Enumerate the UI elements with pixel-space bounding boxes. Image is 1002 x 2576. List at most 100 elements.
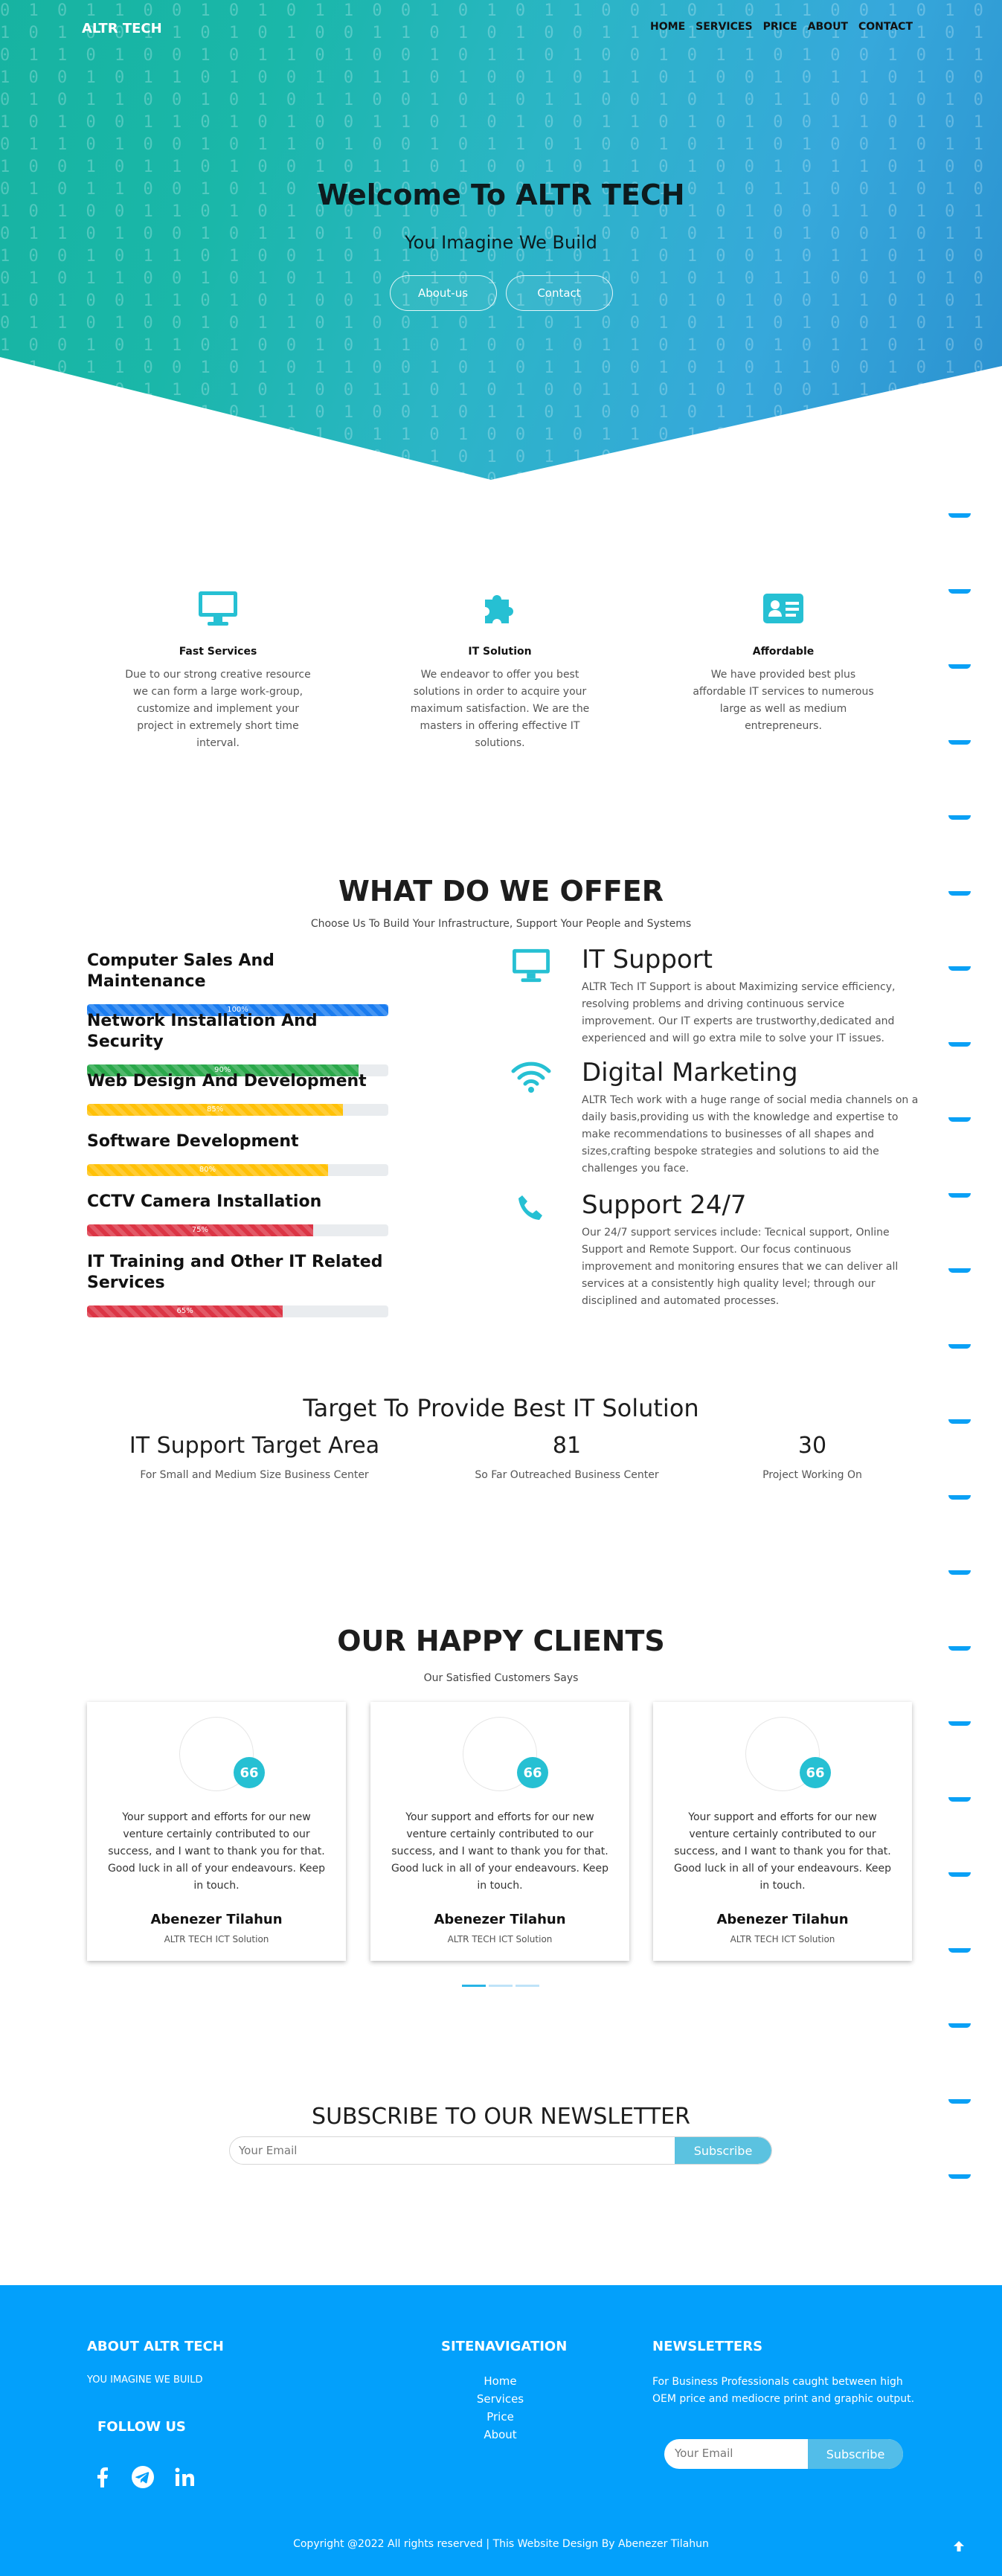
- side-dash: [948, 1872, 971, 1877]
- skill-item: CCTV Camera Installation 75%: [87, 1192, 392, 1236]
- skill-name: IT Training and Other IT Related Service…: [87, 1253, 383, 1292]
- side-dash: [948, 966, 971, 971]
- newsletter-form: Your Email Subscribe: [229, 2136, 772, 2165]
- phone-icon: [510, 1193, 552, 1235]
- feature-title: Affordable: [752, 646, 815, 658]
- footer-newsletter-form: Your Email Subscribe: [664, 2439, 903, 2469]
- testimonial-role: ALTR TECH ICT Solution: [730, 1934, 835, 1944]
- skill-progress-fill: 65%: [87, 1305, 283, 1317]
- side-dash: [948, 1570, 971, 1575]
- copyright-text: Copyright @2022 All rights reserved | Th…: [293, 2538, 709, 2550]
- footer-subscribe-button[interactable]: Subscribe: [808, 2439, 903, 2469]
- service-title: Support 24/7: [582, 1190, 747, 1220]
- feature-title: Fast Services: [179, 646, 257, 658]
- offer-title: WHAT DO WE OFFER: [338, 875, 664, 908]
- nav-home[interactable]: HOME: [650, 21, 685, 33]
- stat-item: IT Support Target Area For Small and Med…: [104, 1433, 405, 1481]
- linkedin-icon[interactable]: [171, 2464, 198, 2490]
- side-dash: [948, 1268, 971, 1273]
- arrow-up-icon[interactable]: [952, 2540, 966, 2553]
- feature-text: Due to our strong creative resource we c…: [125, 669, 311, 749]
- side-dash: [948, 1344, 971, 1349]
- side-dash: [948, 1948, 971, 1953]
- service-title: Digital Marketing: [582, 1058, 798, 1088]
- testimonial-text: Your support and efforts for our new ven…: [391, 1811, 609, 1892]
- testimonial-card: 66 Your support and efforts for our new …: [653, 1702, 912, 1961]
- contact-button[interactable]: Contact: [505, 275, 613, 311]
- side-dash: [948, 664, 971, 669]
- feature-text: We have provided best plus affordable IT…: [693, 669, 874, 732]
- id-card-icon: [675, 588, 891, 629]
- side-dash: [948, 1721, 971, 1726]
- side-dash: [948, 1495, 971, 1500]
- feature-it-solution: IT Solution We endeavor to offer you bes…: [392, 588, 608, 752]
- offer-subtitle: Choose Us To Build Your Infrastructure, …: [310, 918, 692, 930]
- stat-item: 81 So Far Outreached Business Center: [417, 1433, 717, 1481]
- nav-contact[interactable]: CONTACT: [858, 21, 913, 33]
- footer-follow-title: FOLLOW US: [97, 2419, 186, 2435]
- brand-logo[interactable]: ALTR TECH: [82, 21, 162, 36]
- skill-name: Network Installation And Security: [87, 1012, 318, 1051]
- footer-link-about[interactable]: About: [402, 2426, 599, 2444]
- wifi-icon: [510, 1061, 552, 1102]
- stat-value: 81: [552, 1433, 582, 1459]
- newsletter-email-input[interactable]: Your Email: [230, 2137, 675, 2164]
- nav-services[interactable]: SERVICES: [696, 21, 752, 33]
- testimonial-text: Your support and efforts for our new ven…: [107, 1811, 326, 1892]
- footer-link-price[interactable]: Price: [402, 2408, 599, 2426]
- skill-progress-bar: 85%: [87, 1104, 388, 1116]
- footer-link-home[interactable]: Home: [402, 2372, 599, 2390]
- facebook-icon[interactable]: [89, 2464, 116, 2490]
- stat-item: 30 Project Working On: [708, 1433, 916, 1481]
- clients-subtitle: Our Satisfied Customers Says: [423, 1672, 579, 1684]
- stat-label: For Small and Medium Size Business Cente…: [140, 1469, 369, 1481]
- skill-progress-fill: 85%: [87, 1104, 344, 1116]
- carousel-dot[interactable]: [489, 1985, 513, 1987]
- footer-sitenav-title: SITENAVIGATION: [441, 2339, 568, 2354]
- side-dash: [948, 1117, 971, 1122]
- main-nav: HOME SERVICES PRICE ABOUT CONTACT: [650, 21, 913, 33]
- footer-newsletter-title: NEWSLETTERS: [652, 2339, 763, 2354]
- carousel-dot[interactable]: [516, 1985, 539, 1987]
- skill-progress-bar: 80%: [87, 1164, 388, 1176]
- skill-progress-bar: 75%: [87, 1224, 388, 1236]
- service-support-247: Support 24/7 Our 24/7 support services i…: [506, 1190, 922, 1317]
- service-it-support: IT Support ALTR Tech IT Support is about…: [506, 945, 922, 1056]
- quote-icon: 66: [800, 1757, 831, 1788]
- stat-value: 30: [797, 1433, 827, 1459]
- stat-label: Project Working On: [762, 1469, 862, 1481]
- quote-icon: 66: [517, 1757, 548, 1788]
- skill-item: Web Design And Development 85%: [87, 1071, 392, 1116]
- carousel-indicators: [462, 1985, 539, 1987]
- side-dash: [948, 815, 971, 820]
- footer-newsletter-text: For Business Professionals caught betwee…: [652, 2376, 915, 2405]
- testimonial-card: 66 Your support and efforts for our new …: [87, 1702, 346, 1961]
- hero-section: 0 1 0 1 1 0 0 1 0 1 0 1 1 0 0 1 0 1 0 1 …: [0, 0, 1002, 484]
- newsletter-subscribe-button[interactable]: Subscribe: [675, 2137, 771, 2164]
- feature-affordable: Affordable We have provided best plus af…: [675, 588, 891, 735]
- carousel-dot[interactable]: [462, 1985, 486, 1987]
- about-us-button[interactable]: About-us: [389, 275, 497, 311]
- footer-link-services[interactable]: Services: [402, 2390, 599, 2408]
- feature-fast-services: Fast Services Due to our strong creative…: [110, 588, 326, 752]
- skill-item: IT Training and Other IT Related Service…: [87, 1252, 392, 1317]
- side-dash: [948, 1193, 971, 1198]
- skill-item: Software Development 80%: [87, 1131, 392, 1176]
- skill-progress-bar: 65%: [87, 1305, 388, 1317]
- nav-price[interactable]: PRICE: [763, 21, 797, 33]
- feature-title: IT Solution: [468, 646, 532, 658]
- telegram-icon[interactable]: [129, 2464, 156, 2490]
- skill-item: Network Installation And Security 90%: [87, 1011, 392, 1076]
- skill-name: Software Development: [87, 1132, 299, 1151]
- skill-name: Computer Sales And Maintenance: [87, 951, 274, 991]
- target-title: Target To Provide Best IT Solution: [303, 1394, 699, 1422]
- footer-email-input[interactable]: Your Email: [664, 2439, 808, 2469]
- skill-name: CCTV Camera Installation: [87, 1192, 322, 1211]
- nav-about[interactable]: ABOUT: [808, 21, 848, 33]
- hero-subtitle: You Imagine We Build: [405, 232, 597, 253]
- testimonial-role: ALTR TECH ICT Solution: [164, 1934, 269, 1944]
- quote-icon: 66: [234, 1757, 265, 1788]
- service-text: ALTR Tech IT Support is about Maximizing…: [582, 981, 896, 1044]
- stat-value: IT Support Target Area: [129, 1433, 380, 1459]
- testimonial-role: ALTR TECH ICT Solution: [447, 1934, 553, 1944]
